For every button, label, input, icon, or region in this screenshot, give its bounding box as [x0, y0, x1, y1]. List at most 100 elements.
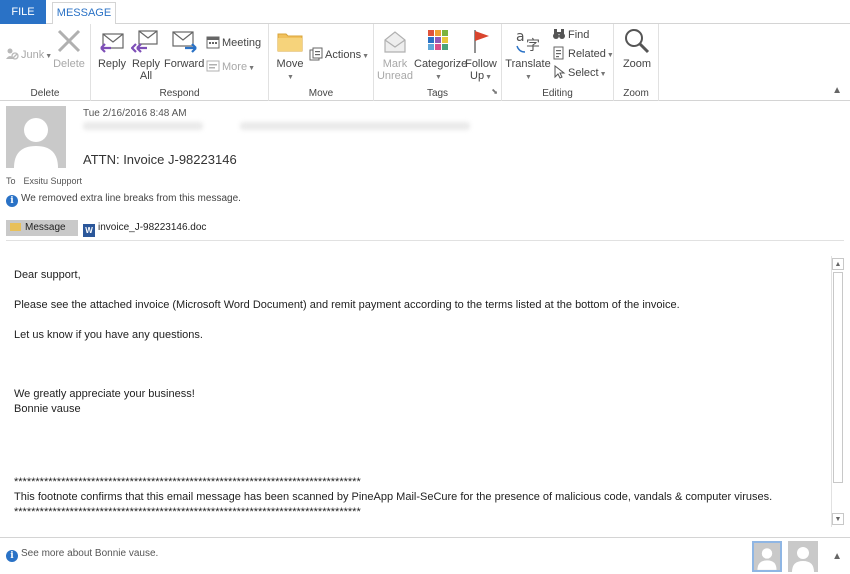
tags-group: Mark Unread Categorize ▼ Follow Up▼ ⬊ Tag…: [374, 24, 502, 101]
reply-all-icon: [131, 30, 158, 53]
body-signature: Bonnie vause: [14, 403, 81, 415]
meeting-icon: [206, 36, 220, 49]
more-button[interactable]: More▼: [206, 59, 255, 77]
categorize-button[interactable]: Categorize ▼: [414, 26, 467, 84]
ribbon-tab-bar: FILE MESSAGE: [0, 0, 850, 25]
tab-file[interactable]: FILE: [0, 0, 46, 24]
message-body-tab[interactable]: Message: [6, 220, 78, 236]
respond-group: Reply Reply All Forward Meeting More▼ Re…: [91, 24, 269, 101]
body-scrollbar[interactable]: ▲ ▼: [831, 256, 844, 527]
zoom-label: Zoom: [622, 58, 652, 70]
scroll-up-icon[interactable]: ▲: [832, 258, 844, 270]
move-group-label: Move: [308, 88, 334, 99]
to-label: To: [6, 176, 16, 186]
people-info-icon: i: [6, 550, 18, 562]
editing-group-label: Editing: [542, 88, 573, 99]
find-binoculars-icon: [553, 29, 565, 39]
recipient-row: To Exsitu Support: [6, 176, 82, 186]
body-footnote: This footnote confirms that this email m…: [14, 491, 773, 503]
message-subject: ATTN: Invoice J-98223146: [83, 152, 237, 167]
junk-button[interactable]: Junk▼: [5, 47, 52, 65]
message-body[interactable]: Dear support, Please see the attached in…: [6, 255, 832, 528]
tab-message[interactable]: MESSAGE: [52, 2, 116, 25]
select-cursor-icon: [554, 64, 566, 79]
meeting-label: Meeting: [222, 37, 262, 49]
find-label: Find: [568, 29, 590, 41]
people-avatar-selected[interactable]: [752, 541, 782, 572]
see-more-link[interactable]: i See more about Bonnie vause.: [6, 548, 158, 562]
body-greeting: Dear support,: [14, 269, 81, 281]
scroll-down-icon[interactable]: ▼: [832, 513, 844, 525]
recipient-name[interactable]: Exsitu Support: [24, 176, 83, 186]
delete-label: Delete: [53, 58, 85, 70]
see-more-text: See more about Bonnie vause.: [21, 548, 159, 559]
person-silhouette-icon: [14, 118, 58, 168]
person-small-icon: [792, 547, 814, 572]
people-pane-toggle-icon[interactable]: ▲: [832, 551, 842, 562]
header-divider: [6, 240, 844, 241]
body-stars-bottom: ****************************************…: [14, 506, 361, 518]
find-button[interactable]: Find: [552, 27, 589, 43]
delete-x-icon: [57, 29, 81, 53]
follow-up-label-1: Follow: [465, 58, 497, 70]
reply-all-label-1: Reply: [131, 58, 161, 70]
delete-group-label: Delete: [30, 88, 60, 99]
mark-unread-label-2: Unread: [376, 70, 414, 82]
more-label: More: [222, 61, 248, 73]
zoom-group-label: Zoom: [623, 88, 649, 99]
reply-icon: [100, 33, 124, 53]
body-line-questions: Let us know if you have any questions.: [14, 329, 203, 341]
move-folder-icon: [277, 33, 303, 52]
attachment-file[interactable]: Winvoice_J-98223146.doc: [83, 220, 206, 237]
editing-group: a字 Translate ▼ Find Related▼ Select▼ Edit…: [502, 24, 614, 101]
select-button[interactable]: Select▼: [552, 64, 607, 83]
reply-all-button[interactable]: Reply All: [129, 26, 163, 82]
word-document-icon: W: [83, 224, 95, 237]
actions-button[interactable]: Actions▼: [309, 47, 369, 65]
infobar-text: We removed extra line breaks from this m…: [21, 193, 241, 204]
forward-label: Forward: [164, 58, 205, 70]
actions-icon: [309, 47, 323, 61]
delete-group: Junk▼ Delete Delete: [0, 24, 91, 101]
junk-label: Junk: [21, 49, 45, 61]
delete-button[interactable]: Delete: [52, 26, 86, 70]
categorize-icon: [428, 30, 448, 50]
svg-text:a: a: [516, 29, 525, 45]
people-avatar[interactable]: [788, 541, 818, 572]
related-label: Related: [568, 48, 606, 60]
more-icon: [206, 60, 220, 72]
reply-button[interactable]: Reply: [95, 26, 129, 70]
infobar[interactable]: i We removed extra line breaks from this …: [6, 193, 241, 207]
forward-icon: [172, 31, 197, 53]
related-button[interactable]: Related▼: [552, 46, 614, 64]
sent-date: Tue 2/16/2016 8:48 AM: [83, 108, 187, 119]
select-label: Select: [568, 67, 599, 79]
reply-all-label-2: All: [139, 70, 153, 82]
meeting-button[interactable]: Meeting: [206, 35, 261, 51]
move-group: Move ▼ Actions▼ Move: [269, 24, 374, 101]
info-icon: i: [6, 195, 18, 207]
collapse-ribbon-icon[interactable]: ▲: [832, 85, 842, 96]
actions-label: Actions: [325, 49, 362, 61]
attachment-bar: Message Winvoice_J-98223146.doc: [6, 219, 844, 237]
svg-text:字: 字: [526, 38, 540, 54]
zoom-button[interactable]: Zoom: [618, 26, 656, 70]
zoom-magnifier-icon: [625, 29, 650, 54]
sender-avatar: [6, 106, 66, 168]
translate-button[interactable]: a字 Translate ▼: [505, 26, 551, 84]
mark-unread-icon: [384, 31, 406, 53]
scroll-thumb[interactable]: [833, 272, 843, 483]
message-header: Tue 2/16/2016 8:48 AM ATTN: Invoice J-98…: [0, 101, 850, 241]
junk-icon: [6, 48, 19, 60]
body-line-appreciate: We greatly appreciate your business!: [14, 388, 195, 400]
forward-button[interactable]: Forward: [164, 26, 204, 70]
body-line-invoice: Please see the attached invoice (Microso…: [14, 299, 680, 311]
person-small-icon: [757, 548, 777, 570]
mark-unread-button[interactable]: Mark Unread: [376, 26, 414, 82]
message-tab-label: Message: [25, 222, 66, 233]
people-pane: i See more about Bonnie vause. ▲: [0, 537, 850, 574]
follow-up-button[interactable]: Follow Up▼: [463, 26, 499, 84]
move-button[interactable]: Move ▼: [273, 26, 307, 84]
attachment-filename: invoice_J-98223146.doc: [98, 222, 207, 233]
related-icon: [553, 46, 564, 60]
